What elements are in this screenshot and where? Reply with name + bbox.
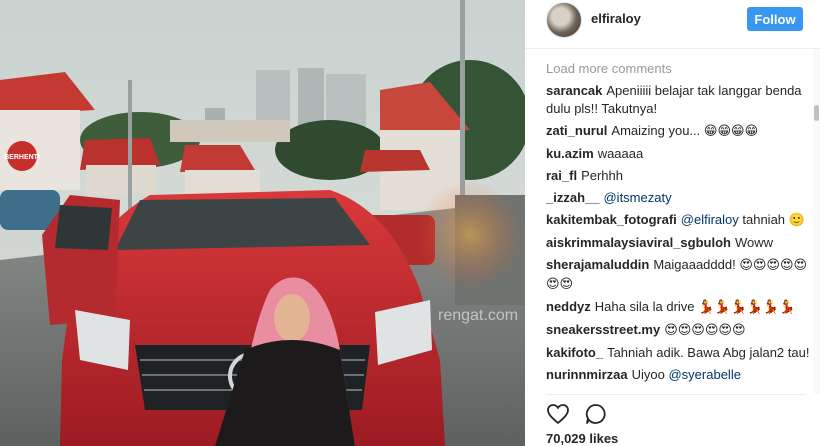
load-more-comments-link[interactable]: Load more comments <box>546 60 811 78</box>
comment-username[interactable]: ku.azim <box>546 146 594 161</box>
comment-username[interactable]: _izzah__ <box>546 190 599 205</box>
post-photo[interactable]: BERHENTI rengat.com <box>0 0 525 446</box>
comment-mention-link[interactable]: @syerabelle <box>668 367 740 382</box>
comment-bubble-icon[interactable] <box>584 402 608 426</box>
comment-text: Amaizing you... <box>611 123 704 138</box>
stop-sign-text: BERHENTI <box>4 154 40 161</box>
comment-item: sarancak Apeniiiii belajar tak langgar be… <box>546 82 811 118</box>
comment-username[interactable]: neddyz <box>546 299 591 314</box>
comment-item: sherajamaluddin Maigaaadddd! 😍😍😍😍😍😍😍 <box>546 256 811 294</box>
comment-item: _izzah__ @itsmezaty <box>546 189 811 207</box>
scrollbar-thumb[interactable] <box>814 105 819 121</box>
post-username[interactable]: elfiraloy <box>591 11 641 26</box>
comment-text: Woww <box>734 235 774 250</box>
comment-item: kakifoto_ Tahniah adik. Bawa Abg jalan2 t… <box>546 344 811 362</box>
likes-count[interactable]: 70,029 likes <box>546 431 618 446</box>
comment-text: waaaaa <box>597 146 644 161</box>
comment-emoji: 💃💃💃💃💃💃 <box>698 300 796 315</box>
comment-username[interactable]: sneakersstreet.my <box>546 322 660 337</box>
actions-divider <box>546 394 806 395</box>
comment-mention-link[interactable]: @itsmezaty <box>603 190 671 205</box>
comment-username[interactable]: zati_nurul <box>546 123 607 138</box>
post-header: elfiraloy Follow <box>525 0 820 48</box>
comment-username[interactable]: rai_fl <box>546 168 577 183</box>
comment-item: sneakersstreet.my 😍😍😍😍😍😍 <box>546 321 811 340</box>
heart-icon[interactable] <box>546 402 570 426</box>
photo-watermark: rengat.com <box>438 307 518 324</box>
comment-text: Haha sila la drive <box>594 299 699 314</box>
comment-item: ku.azim waaaaa <box>546 145 811 163</box>
comment-username[interactable]: sarancak <box>546 83 602 98</box>
comment-item: aiskrimmalaysiaviral_sgbuloh Woww <box>546 234 811 252</box>
comment-item: kakitembak_fotografi @elfiraloy tahniah 🙂 <box>546 211 811 230</box>
comment-username[interactable]: kakifoto_ <box>546 345 603 360</box>
comment-text: Maigaaadddd! <box>653 257 740 272</box>
post-side-panel: elfiraloy Follow Load more comments sara… <box>525 0 820 446</box>
comment-text: Tahniah adik. Bawa Abg jalan2 tau! <box>607 345 810 360</box>
photo-illustration: BERHENTI rengat.com <box>0 0 525 446</box>
comment-text: tahniah <box>738 212 789 227</box>
comment-username[interactable]: sherajamaluddin <box>546 257 649 272</box>
comments-list: Load more comments sarancak Apeniiiii bel… <box>546 60 811 394</box>
comment-mention-link[interactable]: @elfiraloy <box>681 212 739 227</box>
follow-button[interactable]: Follow <box>747 7 803 31</box>
avatar[interactable] <box>546 2 582 38</box>
comment-username[interactable]: kakitembak_fotografi <box>546 212 677 227</box>
comment-text: Uiyoo <box>631 367 669 382</box>
comment-item: rai_fl Perhhh <box>546 167 811 185</box>
comments-scrollbar[interactable] <box>813 49 820 394</box>
comment-item: nurinnmirzaa Uiyoo @syerabelle <box>546 366 811 384</box>
comment-username[interactable]: nurinnmirzaa <box>546 367 628 382</box>
comment-emoji: 😍😍😍😍😍😍 <box>664 323 746 338</box>
header-divider <box>525 48 820 49</box>
comment-emoji: 😁😁😁😁 <box>703 124 759 139</box>
comment-username[interactable]: aiskrimmalaysiaviral_sgbuloh <box>546 235 731 250</box>
post-actions <box>546 402 608 428</box>
comment-text: Perhhh <box>581 168 623 183</box>
comment-emoji: 🙂 <box>788 213 805 228</box>
comment-item: neddyz Haha sila la drive 💃💃💃💃💃💃 <box>546 298 811 317</box>
comment-item: zati_nurul Amaizing you... 😁😁😁😁 <box>546 122 811 141</box>
